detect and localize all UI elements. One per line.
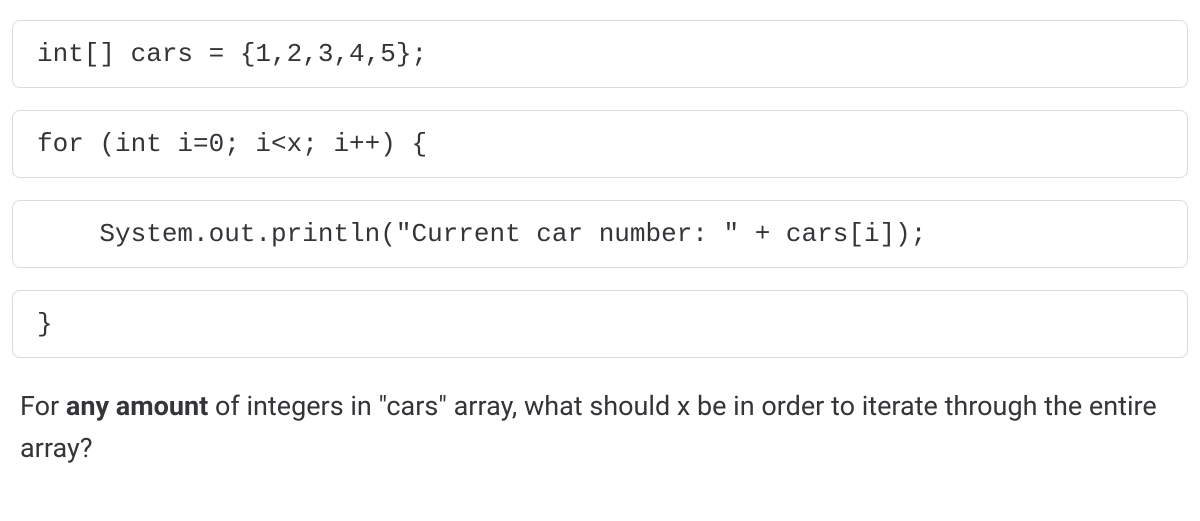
code-line-4: } xyxy=(12,290,1188,358)
question-text: For any amount of integers in "cars" arr… xyxy=(12,386,1188,470)
code-line-2: for (int i=0; i<x; i++) { xyxy=(12,110,1188,178)
question-bold: any amount xyxy=(66,390,208,422)
code-line-3: System.out.println("Current car number: … xyxy=(12,200,1188,268)
question-prefix: For xyxy=(20,390,66,422)
code-line-1: int[] cars = {1,2,3,4,5}; xyxy=(12,20,1188,88)
